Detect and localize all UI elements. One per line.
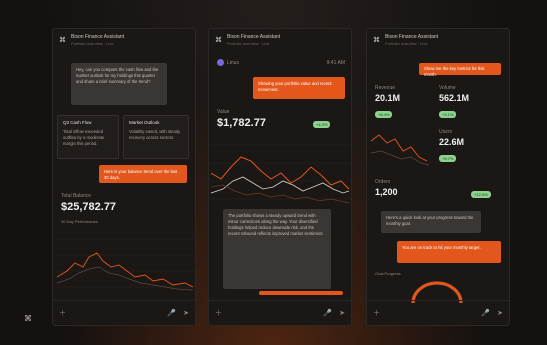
app-logo-icon: ⌘ — [215, 37, 222, 44]
assistant-message: The portfolio shows a steady upward tren… — [223, 209, 331, 289]
metric-value: 22.6M — [439, 137, 465, 147]
market-outlook-card[interactable]: Market Outlook Volatility eased, with st… — [123, 115, 189, 159]
header: ⌘ Bison Finance Assistant Portfolio over… — [53, 29, 195, 51]
user-message: Show me the key metrics for this month. — [419, 63, 501, 77]
metric-label: Revenue — [375, 85, 396, 91]
metric-label: Users — [439, 129, 453, 135]
input-bar[interactable]: ＋ 🎤 ➤ — [209, 300, 351, 325]
metric-value: 20.1M — [375, 93, 401, 103]
assistant-reply: Showing your portfolio value and recent … — [253, 77, 345, 99]
input-bar[interactable]: ＋ 🎤 ➤ — [367, 300, 509, 325]
assistant-reply: You are on track to hit your monthly tar… — [397, 241, 501, 263]
header: ⌘ Bison Finance Assistant Portfolio over… — [209, 29, 351, 51]
assistant-reply: Here is your balance trend over the last… — [99, 165, 187, 183]
balance-line — [56, 252, 194, 288]
mic-icon[interactable]: 🎤 — [481, 309, 490, 317]
input-bar[interactable]: ＋ 🎤 ➤ — [53, 300, 195, 325]
portfolio-value: $1,782.77 — [217, 117, 266, 129]
brand-mark-icon: ⌘ — [24, 314, 32, 323]
cash-flow-card[interactable]: Q3 Cash Flow Total inflow exceeded outfl… — [57, 115, 119, 159]
chart-label: 30-Day Performance — [61, 219, 98, 224]
chat-subtitle: Portfolio overview · Live — [71, 41, 114, 46]
assistant-message: Here's a quick look at your progress tow… — [381, 211, 481, 233]
user-message: Hey, can you compare the cash flow and t… — [71, 63, 167, 105]
balance-value: $25,782.77 — [61, 201, 117, 213]
metric-label: Orders — [375, 179, 391, 185]
metric-line — [370, 134, 428, 162]
series-light — [210, 176, 350, 194]
user-name: Linus — [227, 60, 239, 66]
send-icon[interactable]: ➤ — [497, 309, 503, 317]
send-icon[interactable]: ➤ — [339, 309, 345, 317]
metric-label: Volume — [439, 85, 456, 91]
metric-value: 1,200 — [375, 187, 398, 197]
phone-screen-1: ⌘ Bison Finance Assistant Portfolio over… — [52, 28, 196, 326]
balance-label: Total Balance — [61, 193, 92, 199]
app-logo-icon: ⌘ — [59, 37, 66, 44]
chat-title: Bison Finance Assistant — [385, 34, 439, 40]
chat-title: Bison Finance Assistant — [227, 34, 281, 40]
card-title: Q3 Cash Flow — [63, 120, 92, 125]
card-title: Market Outlook — [129, 120, 160, 125]
status-badge: +5.7% — [439, 155, 457, 162]
metric-value: 562.1M — [439, 93, 470, 103]
chat-subtitle: Portfolio overview · Live — [227, 41, 270, 46]
status-badge: +12.0% — [471, 191, 491, 198]
chat-subtitle: Portfolio overview · Live — [385, 41, 428, 46]
metric-chart — [367, 121, 433, 171]
progress-indicator — [259, 291, 343, 295]
card-body: Volatility eased, with steady recovery a… — [129, 129, 181, 140]
status-badge: +8.4% — [375, 111, 393, 118]
gauge-label: Goal Progress — [375, 271, 401, 276]
attach-icon[interactable]: ＋ — [215, 308, 222, 318]
phone-screen-2: ⌘ Bison Finance Assistant Portfolio over… — [208, 28, 352, 326]
series-orange — [210, 156, 350, 190]
value-label: Value — [217, 109, 230, 115]
portfolio-chart — [209, 133, 351, 215]
status-badge: +3.1% — [439, 111, 457, 118]
attach-icon[interactable]: ＋ — [59, 308, 66, 318]
status-badge: +4.2% — [313, 121, 331, 128]
timestamp: 9:41 AM — [326, 60, 345, 66]
balance-chart — [53, 227, 195, 297]
phone-screen-3: ⌘ Bison Finance Assistant Portfolio over… — [366, 28, 510, 326]
attach-icon[interactable]: ＋ — [373, 308, 380, 318]
header: ⌘ Bison Finance Assistant Portfolio over… — [367, 29, 509, 51]
card-body: Total inflow exceeded outflow by a moder… — [63, 129, 105, 146]
comparison-line — [56, 266, 194, 291]
series-dark — [210, 184, 350, 204]
app-logo-icon: ⌘ — [373, 37, 380, 44]
avatar — [217, 59, 224, 66]
send-icon[interactable]: ➤ — [183, 309, 189, 317]
chat-title: Bison Finance Assistant — [71, 34, 125, 40]
mic-icon[interactable]: 🎤 — [323, 309, 332, 317]
mic-icon[interactable]: 🎤 — [167, 309, 176, 317]
